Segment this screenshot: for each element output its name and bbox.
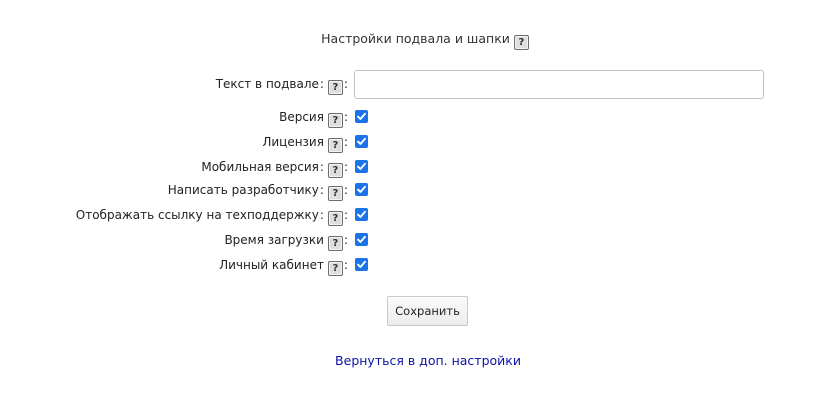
help-icon[interactable]: ? <box>327 261 343 276</box>
help-icon[interactable]: ? <box>327 163 343 178</box>
help-icon[interactable]: ? <box>327 211 343 226</box>
form-row-license: Лицензия?: <box>0 132 813 153</box>
field-label: Версия?: <box>279 110 348 128</box>
help-icon[interactable]: ? <box>327 80 343 95</box>
version-checkbox[interactable] <box>355 110 368 123</box>
field-label: Отображать ссылку на техподдержку:?: <box>75 208 348 226</box>
help-icon[interactable]: ? <box>327 138 343 153</box>
footer-text-label: Текст в подвале <box>215 77 319 91</box>
checkmark-icon <box>357 235 366 243</box>
save-button[interactable]: Сохранить <box>387 296 468 326</box>
page-title-text: Настройки подвала и шапки <box>321 31 510 46</box>
field-label: Время загрузки?: <box>224 233 348 251</box>
form-row-version: Версия?: <box>0 107 813 128</box>
load-time-checkbox[interactable] <box>355 233 368 246</box>
field-label: Лицензия?: <box>262 135 348 153</box>
support-link-checkbox[interactable] <box>355 208 368 221</box>
checkmark-icon <box>357 162 366 170</box>
personal-account-checkbox[interactable] <box>355 258 368 271</box>
license-label: Лицензия <box>262 135 324 149</box>
checkmark-icon <box>357 260 366 268</box>
back-to-extra-settings-link[interactable]: Вернуться в доп. настройки <box>0 353 813 368</box>
checkmark-icon <box>357 185 366 193</box>
checkmark-icon <box>357 112 366 120</box>
support-link-label: Отображать ссылку на техподдержку <box>75 208 319 222</box>
write-developer-checkbox[interactable] <box>355 183 368 196</box>
page-title: Настройки подвала и шапки ? <box>0 31 813 50</box>
version-label: Версия <box>279 110 324 124</box>
form-row-mobile-version: Мобильная версия:?: <box>0 157 813 178</box>
checkmark-icon <box>357 137 366 145</box>
form-row-write-developer: Написать разработчику:?: <box>0 180 813 201</box>
load-time-label: Время загрузки <box>224 233 324 247</box>
license-checkbox[interactable] <box>355 135 368 148</box>
footer-text-input[interactable] <box>354 70 764 99</box>
form-row-support-link: Отображать ссылку на техподдержку:?: <box>0 205 813 226</box>
help-icon[interactable]: ? <box>513 35 529 50</box>
field-label: Мобильная версия:?: <box>201 160 348 178</box>
field-label: Личный кабинет?: <box>219 258 348 276</box>
mobile-version-checkbox[interactable] <box>355 160 368 173</box>
checkmark-icon <box>357 210 366 218</box>
field-label: Написать разработчику:?: <box>167 183 348 201</box>
help-icon[interactable]: ? <box>327 186 343 201</box>
form-row-load-time: Время загрузки?: <box>0 230 813 251</box>
write-developer-label: Написать разработчику <box>167 183 319 197</box>
personal-account-label: Личный кабинет <box>219 258 324 272</box>
help-icon[interactable]: ? <box>327 236 343 251</box>
help-icon[interactable]: ? <box>327 113 343 128</box>
field-label: Текст в подвале:?: <box>215 77 348 95</box>
form-row-personal-account: Личный кабинет?: <box>0 255 813 276</box>
mobile-version-label: Мобильная версия <box>201 160 319 174</box>
